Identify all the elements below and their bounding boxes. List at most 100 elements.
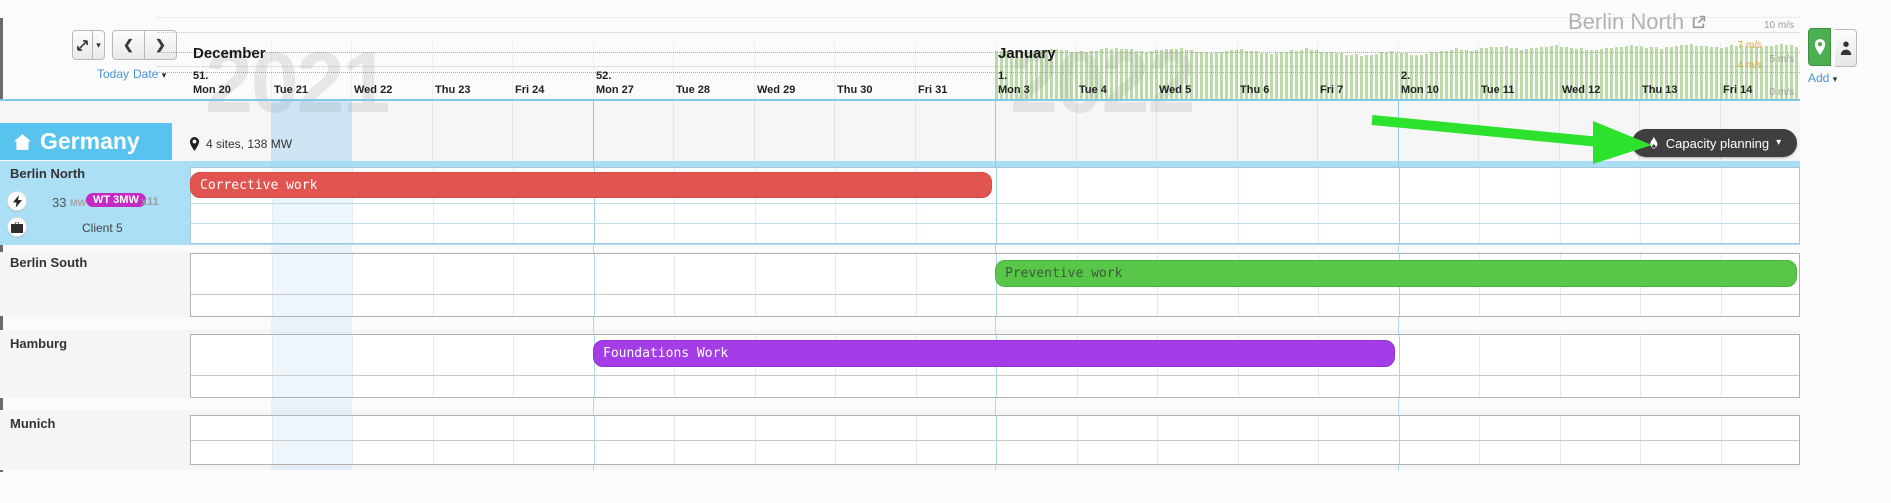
grid-cell[interactable]	[352, 416, 433, 440]
site-name[interactable]: Berlin North	[10, 166, 85, 181]
grid-cell[interactable]	[1077, 295, 1158, 316]
grid-cell[interactable]	[1157, 204, 1238, 223]
grid-cell[interactable]	[1077, 416, 1158, 440]
grid-cell[interactable]	[513, 441, 594, 464]
grid-cell[interactable]	[433, 204, 514, 223]
next-button[interactable]: ❯	[144, 30, 177, 60]
grid-cell[interactable]	[1077, 441, 1158, 464]
grid-cell[interactable]	[272, 254, 353, 294]
grid-cell[interactable]	[594, 376, 675, 397]
grid-cell[interactable]	[1478, 101, 1559, 161]
grid-cell[interactable]	[1479, 295, 1560, 316]
grid-cell[interactable]	[996, 204, 1077, 223]
grid-cell[interactable]	[272, 224, 353, 243]
grid-cell[interactable]	[996, 224, 1077, 243]
grid-cell[interactable]	[594, 254, 675, 294]
grid-cell[interactable]	[1721, 224, 1802, 243]
grid-cell[interactable]	[433, 376, 514, 397]
grid-cell[interactable]	[594, 295, 675, 316]
grid-cell[interactable]	[674, 224, 755, 243]
grid-cell[interactable]	[1721, 441, 1802, 464]
grid-cell[interactable]	[191, 224, 272, 243]
grid-cell[interactable]	[1479, 204, 1560, 223]
grid-cell[interactable]	[1560, 441, 1641, 464]
grid-cell[interactable]	[1721, 168, 1802, 203]
grid-cell[interactable]	[996, 376, 1077, 397]
grid-cell[interactable]	[433, 295, 514, 316]
grid-cell[interactable]	[1318, 224, 1399, 243]
grid-cell[interactable]	[513, 335, 594, 375]
grid-cell[interactable]	[1318, 204, 1399, 223]
grid-cell[interactable]	[513, 204, 594, 223]
grid-cell[interactable]	[1640, 416, 1721, 440]
grid-cell[interactable]	[835, 254, 916, 294]
grid-cell[interactable]	[916, 254, 997, 294]
grid-cell[interactable]	[352, 376, 433, 397]
grid-cell[interactable]	[191, 416, 272, 440]
grid-cell[interactable]	[755, 376, 836, 397]
grid-cell[interactable]	[594, 416, 675, 440]
grid-cell[interactable]	[1721, 204, 1802, 223]
zoom-range-button[interactable]	[72, 30, 93, 60]
grid-cell[interactable]	[1721, 376, 1802, 397]
grid-cell[interactable]	[433, 224, 514, 243]
grid-cell[interactable]	[1399, 168, 1480, 203]
grid-cell[interactable]	[352, 224, 433, 243]
grid-cell[interactable]	[916, 441, 997, 464]
grid-cell[interactable]	[1560, 376, 1641, 397]
grid-cell[interactable]	[996, 441, 1077, 464]
grid-cell[interactable]	[191, 204, 272, 223]
grid-cell[interactable]	[352, 254, 433, 294]
grid-cell[interactable]	[1238, 224, 1319, 243]
grid-cell[interactable]	[673, 101, 754, 161]
grid-cell[interactable]	[755, 254, 836, 294]
grid-cell[interactable]	[1399, 204, 1480, 223]
today-link[interactable]: Today	[97, 67, 129, 81]
grid-cell[interactable]	[996, 168, 1077, 203]
grid-cell[interactable]	[433, 254, 514, 294]
grid-cell[interactable]	[916, 224, 997, 243]
grid-cell[interactable]	[1157, 376, 1238, 397]
add-link[interactable]: Add ▾	[1808, 71, 1837, 85]
grid-cell[interactable]	[352, 441, 433, 464]
grid-cell[interactable]	[1640, 376, 1721, 397]
grid-cell[interactable]	[272, 295, 353, 316]
grid-cell[interactable]	[433, 335, 514, 375]
grid-cell[interactable]	[1399, 295, 1480, 316]
grid-cell[interactable]	[674, 295, 755, 316]
grid-cell[interactable]	[1479, 441, 1560, 464]
grid-cell[interactable]	[1077, 224, 1158, 243]
grid-cell[interactable]	[1559, 101, 1640, 161]
grid-cell[interactable]	[272, 416, 353, 440]
person-view-button[interactable]	[1835, 29, 1857, 67]
grid-cell[interactable]	[1560, 295, 1641, 316]
grid-cell[interactable]	[755, 416, 836, 440]
grid-cell[interactable]	[674, 204, 755, 223]
grid-cell[interactable]	[1238, 416, 1319, 440]
grid-cell[interactable]	[915, 101, 996, 161]
grid-cell[interactable]	[1398, 101, 1479, 161]
grid-cell[interactable]	[1399, 224, 1480, 243]
grid-cell[interactable]	[1640, 168, 1721, 203]
task-bar[interactable]: Preventive work	[995, 260, 1797, 287]
grid-cell[interactable]	[1077, 168, 1158, 203]
grid-cell[interactable]	[1640, 224, 1721, 243]
grid-cell[interactable]	[1157, 416, 1238, 440]
grid-cell[interactable]	[674, 254, 755, 294]
grid-cell[interactable]	[755, 224, 836, 243]
grid-cell[interactable]	[594, 224, 675, 243]
grid-cell[interactable]	[996, 416, 1077, 440]
site-name[interactable]: Hamburg	[10, 336, 67, 351]
grid-cell[interactable]	[916, 416, 997, 440]
grid-cell[interactable]	[996, 295, 1077, 316]
grid-cell[interactable]	[513, 376, 594, 397]
grid-cell[interactable]	[1721, 335, 1802, 375]
grid-cell[interactable]	[272, 441, 353, 464]
grid-cell[interactable]	[754, 101, 835, 161]
grid-cell[interactable]	[1157, 168, 1238, 203]
grid-cell[interactable]	[191, 441, 272, 464]
grid-cell[interactable]	[1157, 224, 1238, 243]
grid-cell[interactable]	[755, 441, 836, 464]
grid-cell[interactable]	[352, 295, 433, 316]
grid-cell[interactable]	[835, 224, 916, 243]
